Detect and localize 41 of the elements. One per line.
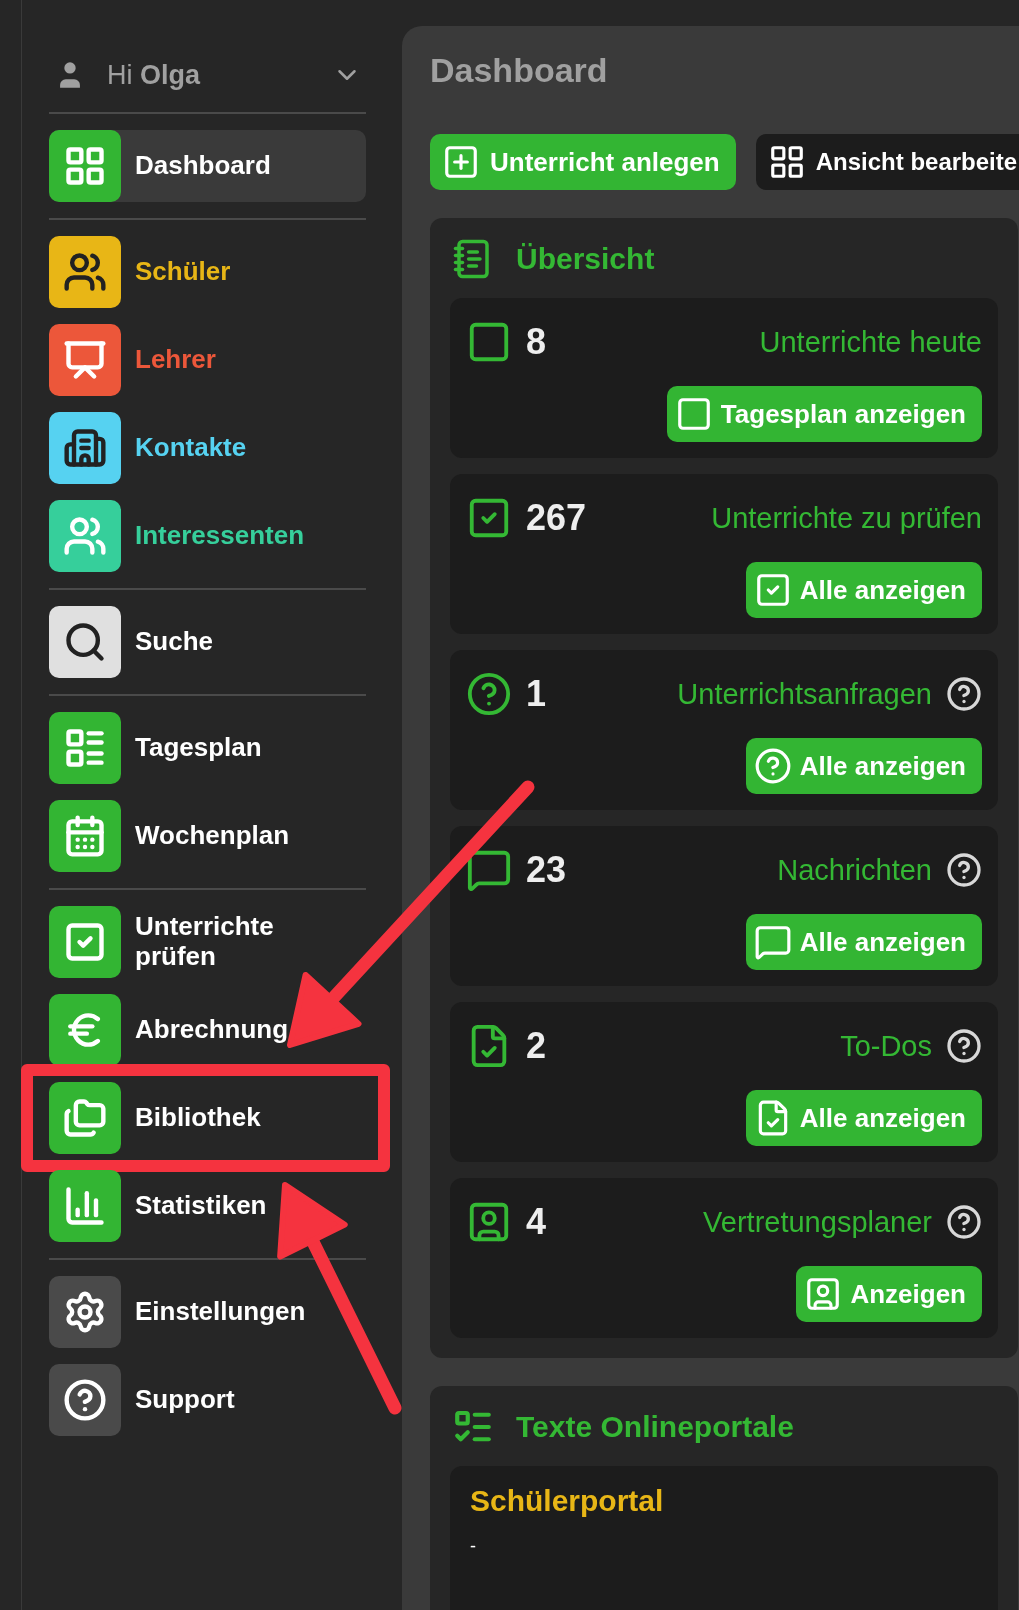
help-icon[interactable] [946,1204,982,1240]
help-icon[interactable] [946,852,982,888]
help-icon[interactable] [946,1028,982,1064]
page-title: Dashboard [430,50,609,91]
question-icon [466,671,512,717]
count: 267 [526,497,587,539]
stat-label: Unterrichte heute [759,325,982,359]
count: 4 [526,1201,547,1243]
stat-label: Nachrichten [777,853,932,887]
count: 23 [526,849,567,891]
portal-title: Schülerportal [470,1484,665,1518]
sidebar-item[interactable]: Kontakte [49,412,366,484]
sidebar-item[interactable]: Bibliothek [49,1082,366,1154]
sidebar-item[interactable]: Schüler [49,236,366,308]
question-icon [753,747,792,785]
stat-label: Unterrichtsanfragen [677,677,932,711]
sidebar-item[interactable]: Einstellungen [49,1276,366,1348]
stat-label: Unterrichte zu prüfen [711,501,982,535]
sidebar-item[interactable]: Abrechnung [49,994,366,1066]
sidebar-item[interactable]: Interessenten [49,500,366,572]
sidebar-item[interactable]: Dashboard [49,130,366,202]
sidebar-item[interactable]: Statistiken [49,1170,366,1242]
user-menu[interactable]: Hi Olga [49,52,366,98]
sidebar-item[interactable]: Tagesplan [49,712,366,784]
stat-label: To-Dos [840,1029,932,1063]
sidebar-item[interactable]: Unterrichte prüfen [49,906,366,978]
chat-icon [753,923,792,961]
sidebar-item[interactable]: Wochenplan [49,800,366,872]
panel-title: Texte Onlineportale [516,1410,794,1444]
edit-view-button[interactable]: Ansicht bearbeite [755,134,1019,190]
panel-title: Übersicht [516,242,655,276]
count: 1 [526,673,547,715]
count: 8 [526,321,547,363]
portal-text: - [470,1536,477,1557]
sidebar-item[interactable]: Suche [49,606,366,678]
sidebar-item[interactable]: Lehrer [49,324,366,396]
plus-icon [442,143,480,181]
sidebar-item[interactable]: Support [49,1364,366,1436]
help-icon[interactable] [946,676,982,712]
stat-label: Vertretungsplaner [703,1205,932,1239]
count: 2 [526,1025,547,1067]
